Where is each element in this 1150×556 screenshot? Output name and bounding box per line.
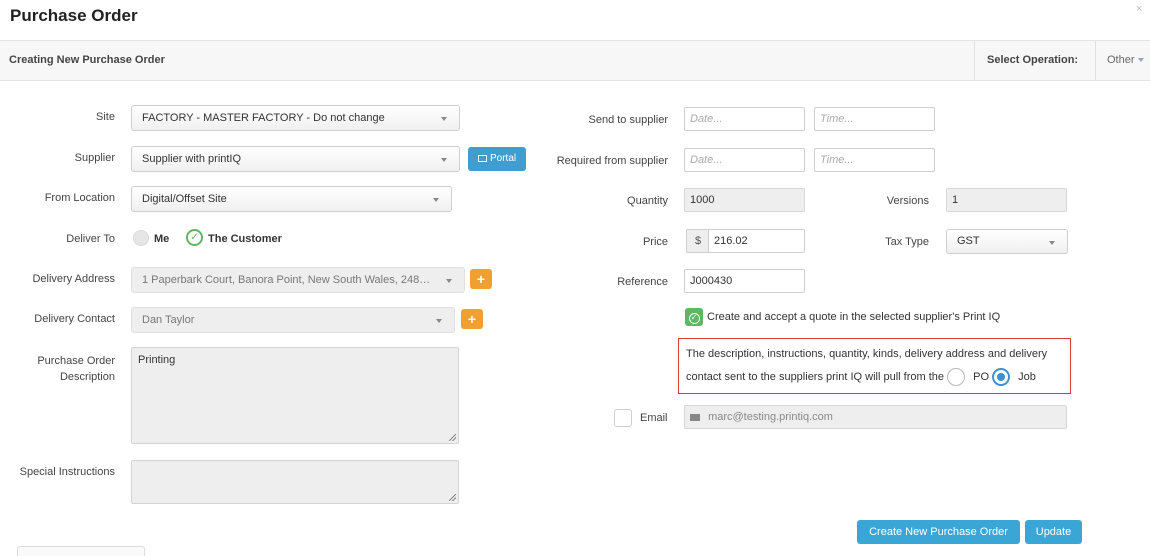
currency-prefix: $ [686,229,709,253]
pull-source-job-label: Job [1018,371,1036,383]
po-description-label-line1: Purchase Order [37,355,115,367]
required-from-supplier-label: Required from supplier [556,155,668,167]
po-description-label: Purchase Order Description [0,353,115,385]
special-instructions-textarea[interactable] [131,460,459,504]
po-description-textarea[interactable]: Printing [131,347,459,444]
delivery-contact-select[interactable]: Dan Taylor [131,307,455,333]
send-to-supplier-label: Send to supplier [588,114,669,126]
delivery-contact-label: Delivery Contact [34,313,115,325]
pull-notice-line2: contact sent to the suppliers print IQ w… [686,371,945,383]
required-time-input[interactable]: Time... [814,148,935,172]
special-instructions-label: Special Instructions [19,466,115,478]
add-contact-button[interactable]: + [461,309,483,329]
versions-label: Versions [886,195,929,207]
versions-input[interactable]: 1 [946,188,1067,212]
email-checkbox[interactable] [614,409,632,427]
quantity-input[interactable]: 1000 [684,188,805,212]
from-location-label: From Location [44,192,115,204]
chevron-down-icon [436,319,442,323]
dialog-title: Purchase Order [10,6,138,25]
from-location-select[interactable]: Digital/Offset Site [131,186,452,212]
tax-type-value: GST [957,235,980,247]
chevron-down-icon [1049,241,1055,245]
site-label: Site [96,111,115,123]
create-purchase-order-button[interactable]: Create New Purchase Order [857,520,1020,544]
pull-source-notice: The description, instructions, quantity,… [678,338,1071,394]
email-value: marc@testing.printiq.com [708,411,833,423]
price-input[interactable]: 216.02 [708,229,805,253]
price-label: Price [642,236,668,248]
check-circle-icon[interactable]: ✓ [186,229,203,246]
divider [1095,41,1096,80]
pull-notice-line1: The description, instructions, quantity,… [686,348,1048,360]
tax-type-label: Tax Type [885,236,929,248]
chevron-down-icon [441,117,447,121]
check-icon: ✓ [688,313,700,324]
required-date-input[interactable]: Date... [684,148,805,172]
delivery-address-label: Delivery Address [32,273,115,285]
supplier-select[interactable]: Supplier with printIQ [131,146,460,172]
email-input[interactable]: marc@testing.printiq.com [684,405,1067,429]
supplier-value: Supplier with printIQ [142,153,242,165]
divider [974,41,975,80]
tax-type-select[interactable]: GST [946,229,1068,254]
deliver-to-me-label: Me [154,233,170,245]
from-location-value: Digital/Offset Site [142,193,227,205]
resize-handle-icon[interactable] [449,434,456,441]
supplier-label: Supplier [74,152,115,164]
quantity-label: Quantity [627,195,668,207]
update-button[interactable]: Update [1025,520,1082,544]
chevron-down-icon [1137,58,1144,63]
page-subtitle: Creating New Purchase Order [9,54,165,66]
add-address-button[interactable]: + [470,269,492,289]
portal-label: Portal [490,153,517,164]
partial-element [17,546,145,556]
send-time-input[interactable]: Time... [814,107,935,131]
pull-source-po-label: PO [973,371,990,383]
envelope-icon [690,413,700,421]
chevron-down-icon [433,198,439,202]
delivery-address-select[interactable]: 1 Paperbark Court, Banora Point, New Sou… [131,267,465,293]
pull-source-po-radio[interactable] [947,368,966,387]
pull-source-job-radio[interactable] [992,368,1011,387]
reference-input[interactable]: J000430 [684,269,805,293]
po-description-label-line2: Description [59,371,115,383]
image-icon [478,155,487,162]
quote-checkbox[interactable]: ✓ [685,308,703,326]
delivery-contact-value: Dan Taylor [142,314,195,326]
operation-dropdown[interactable]: Other [1107,54,1144,66]
deliver-to-label: Deliver To [66,233,115,245]
po-description-value: Printing [138,354,176,366]
site-value: FACTORY - MASTER FACTORY - Do not change [142,112,385,124]
resize-handle-icon[interactable] [449,494,456,501]
deliver-to-me-radio[interactable] [133,230,149,246]
deliver-to-customer-label: The Customer [208,233,282,245]
portal-button[interactable]: Portal [468,147,527,171]
delivery-address-value: 1 Paperbark Court, Banora Point, New Sou… [142,274,431,286]
chevron-down-icon [446,279,452,283]
site-select[interactable]: FACTORY - MASTER FACTORY - Do not change [131,105,460,131]
reference-label: Reference [617,276,668,288]
close-icon[interactable]: × [1136,3,1142,15]
chevron-down-icon [441,158,447,162]
select-operation-label: Select Operation: [987,54,1079,66]
quote-checkbox-label: Create and accept a quote in the selecte… [707,311,1001,323]
operation-value: Other [1107,54,1135,66]
email-label: Email [640,412,668,424]
operation-bar: Creating New Purchase Order Select Opera… [0,40,1150,81]
send-date-input[interactable]: Date... [684,107,805,131]
